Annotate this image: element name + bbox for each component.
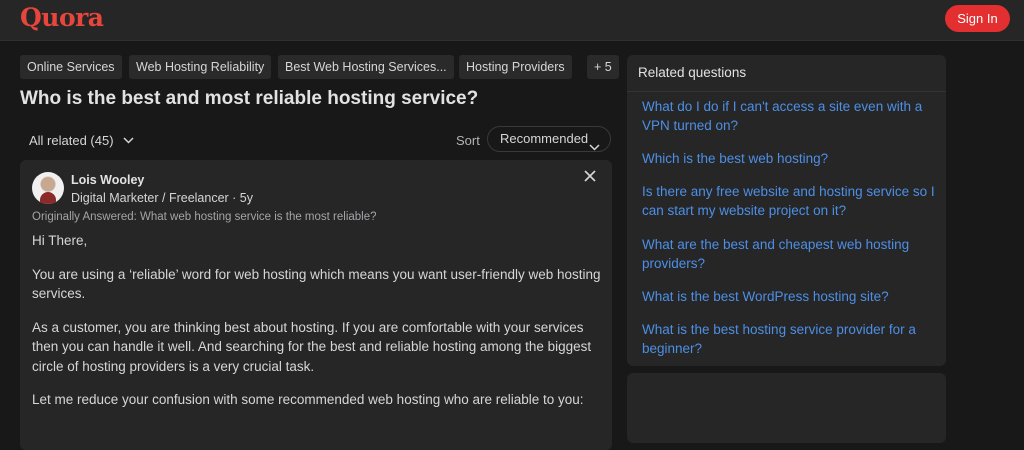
topic-chip[interactable]: Hosting Providers — [459, 55, 572, 79]
topic-chip[interactable]: Online Services — [20, 55, 122, 79]
sign-in-button[interactable]: Sign In — [945, 5, 1010, 32]
all-related-label: All related (45) — [29, 133, 114, 148]
related-question-link[interactable]: What is the best WordPress hosting site? — [642, 287, 937, 306]
related-question-link[interactable]: What are the best and cheapest web hosti… — [642, 235, 937, 273]
sort-label: Sort — [456, 133, 480, 148]
author-name[interactable]: Lois Wooley — [71, 173, 144, 187]
related-questions-title: Related questions — [638, 65, 747, 80]
answer-paragraph: Hi There, — [32, 233, 88, 248]
related-question-link[interactable]: What is the best hosting service provide… — [642, 320, 937, 358]
all-related-dropdown[interactable]: All related (45) — [29, 132, 134, 148]
answer-paragraph: You are using a ‘reliable’ word for web … — [32, 266, 601, 302]
close-icon[interactable] — [582, 168, 598, 184]
chevron-down-icon — [123, 132, 134, 147]
sort-value: Recommended — [500, 131, 589, 146]
avatar[interactable] — [32, 172, 64, 204]
answer-card: Lois Wooley Digital Marketer / Freelance… — [20, 160, 612, 450]
answer-body: Hi There, You are using a ‘reliable’ wor… — [32, 231, 602, 424]
topic-chip[interactable]: Best Web Hosting Services... — [278, 55, 454, 79]
question-title[interactable]: Who is the best and most reliable hostin… — [20, 88, 620, 110]
related-question-link[interactable]: What do I do if I can't access a site ev… — [642, 97, 937, 135]
originally-answered-link[interactable]: Originally Answered: What web hosting se… — [32, 211, 377, 223]
author-credential: Digital Marketer / Freelancer · 5y — [71, 191, 254, 205]
top-bar: Quora Sign In — [0, 0, 1024, 41]
answer-paragraph: As a customer, you are thinking best abo… — [32, 319, 592, 374]
divider — [627, 91, 946, 92]
quora-logo[interactable]: Quora — [20, 3, 104, 32]
answer-paragraph: Let me reduce your confusion with some r… — [32, 392, 584, 407]
topic-chip[interactable]: Web Hosting Reliability — [129, 55, 272, 79]
more-topics-chip[interactable]: + 5 — [587, 55, 619, 79]
related-question-link[interactable]: Which is the best web hosting? — [642, 149, 937, 168]
chevron-down-icon — [589, 135, 600, 159]
sort-dropdown[interactable]: Recommended — [487, 126, 611, 152]
related-questions-panel: Related questions What do I do if I can'… — [627, 55, 946, 366]
related-question-link[interactable]: Is there any free website and hosting se… — [642, 182, 937, 220]
